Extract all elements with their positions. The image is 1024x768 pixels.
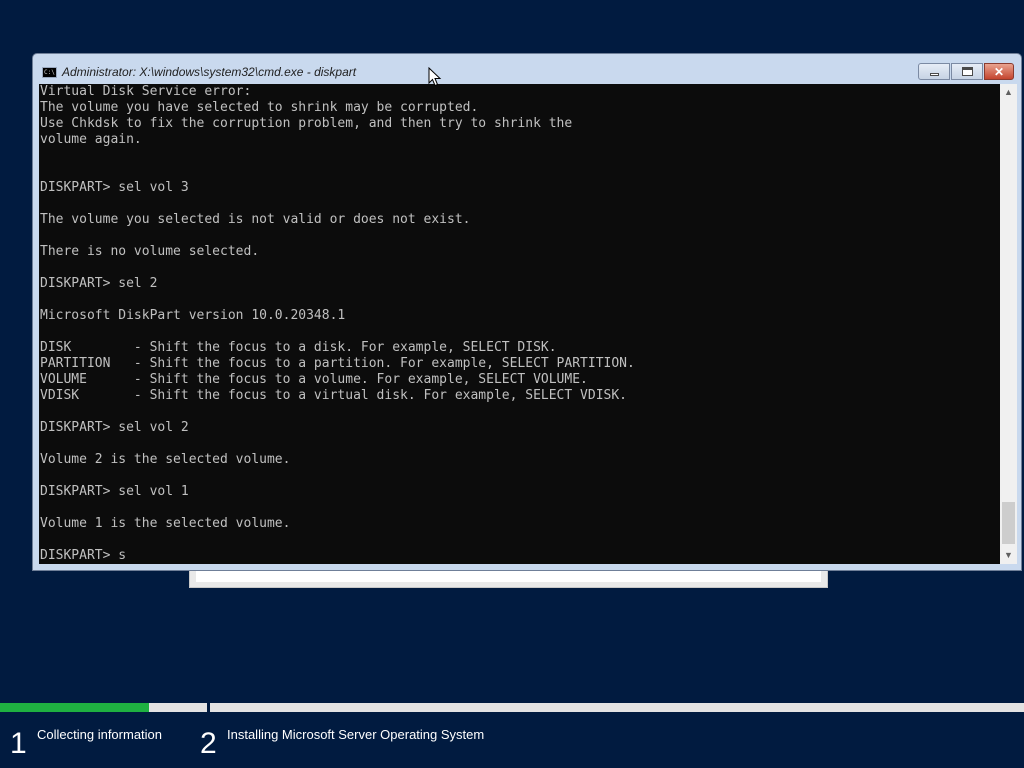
console-line: DISKPART> sel 2 bbox=[40, 276, 158, 291]
console-text: Virtual Disk Service error: The volume y… bbox=[40, 84, 635, 564]
close-button[interactable]: ✕ bbox=[984, 63, 1014, 80]
console-line: DISKPART> sel vol 3 bbox=[40, 180, 189, 195]
step-number: 2 bbox=[200, 727, 217, 760]
cmd-app-icon[interactable]: C:\ bbox=[42, 67, 57, 78]
step-number: 1 bbox=[10, 727, 27, 760]
console-line: DISKPART> sel vol 1 bbox=[40, 484, 189, 499]
scroll-up-icon[interactable]: ▲ bbox=[1000, 84, 1017, 101]
console-line: The volume you have selected to shrink m… bbox=[40, 100, 479, 115]
console-line: volume again. bbox=[40, 132, 142, 147]
step1-progress-track bbox=[0, 703, 207, 712]
console-line: VDISK - Shift the focus to a virtual dis… bbox=[40, 388, 627, 403]
window-title: Administrator: X:\windows\system32\cmd.e… bbox=[62, 65, 357, 79]
console-line: Virtual Disk Service error: bbox=[40, 84, 252, 99]
window-controls: ✕ bbox=[918, 63, 1014, 81]
close-icon: ✕ bbox=[993, 64, 1005, 79]
console-line: DISKPART> sel vol 2 bbox=[40, 420, 189, 435]
step-label: Installing Microsoft Server Operating Sy… bbox=[227, 727, 485, 742]
maximize-button[interactable] bbox=[951, 63, 983, 80]
vertical-scrollbar[interactable]: ▲ ▼ bbox=[1000, 84, 1017, 564]
scroll-down-icon[interactable]: ▼ bbox=[1000, 547, 1017, 564]
console-output[interactable]: Virtual Disk Service error: The volume y… bbox=[39, 84, 1005, 564]
console-line: The volume you selected is not valid or … bbox=[40, 212, 471, 227]
step-label: Collecting information bbox=[37, 727, 163, 742]
setup-progress-bar bbox=[0, 703, 1024, 712]
console-line: Microsoft DiskPart version 10.0.20348.1 bbox=[40, 308, 346, 323]
title-bar[interactable]: C:\ Administrator: X:\windows\system32\c… bbox=[33, 54, 1021, 84]
console-line: Use Chkdsk to fix the corruption problem… bbox=[40, 116, 573, 131]
progress-separator bbox=[207, 703, 210, 712]
step1-progress-fill bbox=[0, 703, 150, 712]
console-line: DISKPART> s bbox=[40, 548, 127, 563]
minimize-button[interactable] bbox=[918, 63, 950, 80]
scroll-thumb[interactable] bbox=[1002, 502, 1015, 544]
console-line: Volume 1 is the selected volume. bbox=[40, 516, 291, 531]
console-line: PARTITION - Shift the focus to a partiti… bbox=[40, 356, 635, 371]
minimize-icon bbox=[929, 73, 939, 76]
mouse-pointer-icon bbox=[428, 67, 442, 87]
console-line: There is no volume selected. bbox=[40, 244, 260, 259]
console-line: VOLUME - Shift the focus to a volume. Fo… bbox=[40, 372, 588, 387]
console-line: Volume 2 is the selected volume. bbox=[40, 452, 291, 467]
cmd-window[interactable]: C:\ Administrator: X:\windows\system32\c… bbox=[32, 53, 1022, 571]
maximize-icon bbox=[961, 67, 973, 76]
console-line: DISK - Shift the focus to a disk. For ex… bbox=[40, 340, 557, 355]
